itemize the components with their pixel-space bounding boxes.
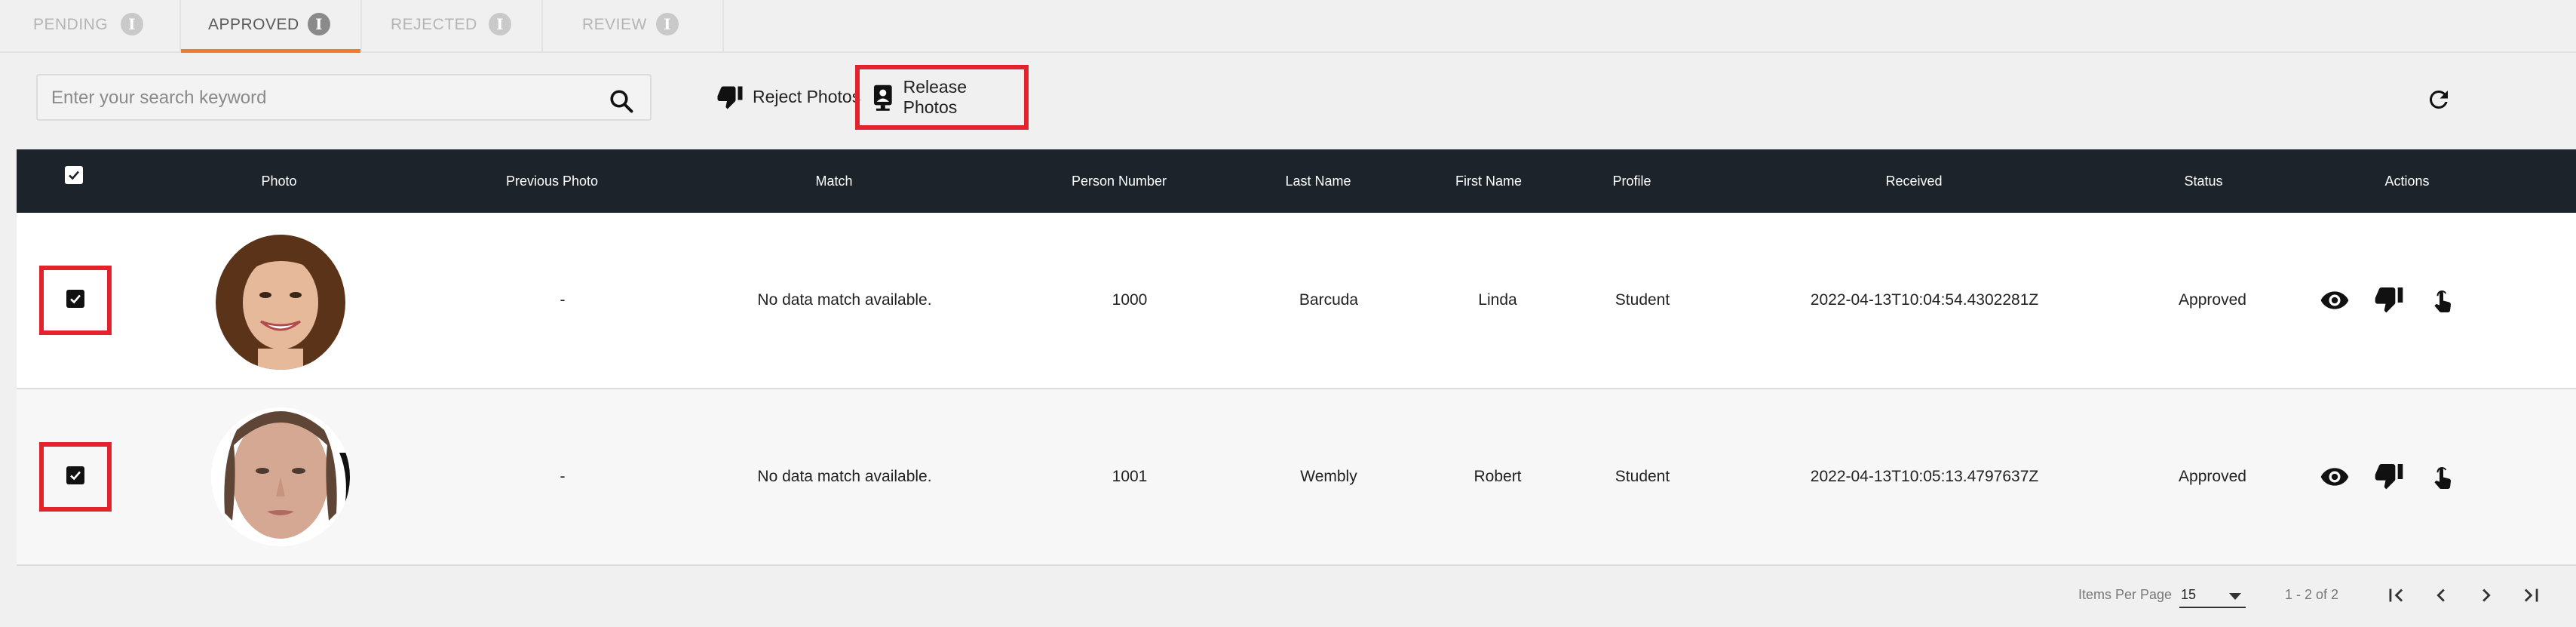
profile-cell: Student — [1615, 468, 1670, 485]
photos-table: Photo Previous Photo Match Person Number… — [17, 149, 2576, 566]
tab-rejected[interactable]: REJECTED i — [362, 0, 543, 51]
column-header-status: Status — [2184, 174, 2223, 189]
last-name-cell: Barcuda — [1299, 291, 1359, 309]
previous-photo-cell: - — [560, 291, 566, 309]
column-header-received: Received — [1885, 174, 1943, 189]
info-icon[interactable]: i — [489, 13, 511, 35]
page-range: 1 - 2 of 2 — [2285, 587, 2339, 602]
row-checkbox-highlight — [39, 266, 112, 335]
prev-page-icon[interactable] — [2428, 582, 2454, 608]
row-checkbox[interactable] — [66, 290, 84, 308]
received-cell: 2022-04-13T10:05:13.4797637Z — [1810, 468, 2039, 485]
avatar[interactable] — [211, 231, 350, 370]
column-header-last-name: Last Name — [1285, 174, 1351, 189]
profile-cell: Student — [1615, 291, 1670, 309]
search-icon[interactable] — [608, 88, 635, 115]
pagination: Items Per Page 15 1 - 2 of 2 — [0, 573, 2576, 619]
hand-pointer-icon[interactable] — [2428, 285, 2458, 315]
thumbs-down-icon[interactable] — [2374, 460, 2404, 490]
column-header-actions: Actions — [2384, 174, 2430, 189]
column-header-match: Match — [815, 174, 853, 189]
column-header-photo: Photo — [261, 174, 297, 189]
tab-rejected-label: REJECTED — [391, 16, 477, 33]
release-photos-label: Release Photos — [903, 77, 968, 117]
refresh-icon[interactable] — [2425, 86, 2452, 113]
items-per-page-select[interactable]: 15 — [2179, 582, 2246, 608]
first-name-cell: Robert — [1474, 468, 1522, 485]
tab-pending-label: PENDING — [33, 16, 109, 33]
tab-pending[interactable]: PENDING i — [0, 0, 181, 51]
chevron-down-icon — [2229, 593, 2241, 600]
received-cell: 2022-04-13T10:04:54.4302281Z — [1810, 291, 2039, 309]
column-header-first-name: First Name — [1455, 174, 1523, 189]
tab-approved-label: APPROVED — [208, 16, 299, 33]
reject-photos-label: Reject Photos — [753, 86, 861, 106]
column-header-profile: Profile — [1612, 174, 1651, 189]
first-page-icon[interactable] — [2383, 582, 2409, 608]
tab-approved[interactable]: APPROVED i — [181, 0, 362, 53]
info-icon[interactable]: i — [656, 13, 679, 35]
match-cell: No data match available. — [757, 291, 932, 309]
eye-icon[interactable] — [2320, 462, 2350, 492]
previous-photo-cell: - — [560, 468, 566, 485]
match-cell: No data match available. — [757, 468, 932, 485]
info-icon[interactable]: i — [121, 13, 143, 35]
avatar[interactable] — [211, 407, 350, 546]
table-row: - No data match available. 1001 Wembly R… — [17, 389, 2576, 566]
person-number-cell: 1000 — [1112, 291, 1148, 309]
last-name-cell: Wembly — [1300, 468, 1357, 485]
info-icon[interactable]: i — [308, 13, 330, 35]
select-all-checkbox[interactable] — [65, 166, 83, 184]
search-field — [36, 74, 652, 121]
tab-review-label: REVIEW — [582, 16, 647, 33]
column-header-previous-photo: Previous Photo — [505, 174, 599, 189]
table-header: Photo Previous Photo Match Person Number… — [17, 149, 2576, 213]
tab-review[interactable]: REVIEW i — [543, 0, 724, 51]
status-cell: Approved — [2179, 291, 2246, 309]
first-name-cell: Linda — [1478, 291, 1517, 309]
items-per-page-value: 15 — [2181, 587, 2197, 602]
person-number-cell: 1001 — [1112, 468, 1148, 485]
column-header-person-number: Person Number — [1071, 174, 1167, 189]
last-page-icon[interactable] — [2519, 582, 2544, 608]
status-tabs: PENDING i APPROVED i REJECTED i REVIEW i — [0, 0, 2576, 53]
hand-pointer-icon[interactable] — [2428, 462, 2458, 492]
search-input[interactable] — [51, 85, 594, 112]
next-page-icon[interactable] — [2473, 582, 2499, 608]
items-per-page-label: Items Per Page — [2078, 587, 2173, 602]
eye-icon[interactable] — [2320, 285, 2350, 315]
thumbs-down-icon[interactable] — [2374, 284, 2404, 314]
status-cell: Approved — [2179, 468, 2246, 485]
thumbs-down-icon — [717, 86, 743, 109]
table-row: - No data match available. 1000 Barcuda … — [17, 213, 2576, 389]
row-checkbox-highlight — [39, 442, 112, 512]
release-photo-icon — [873, 85, 892, 111]
release-photos-button[interactable]: Release Photos — [855, 65, 1029, 130]
row-checkbox[interactable] — [66, 466, 84, 484]
reject-photos-button[interactable]: Reject Photos — [716, 83, 860, 110]
